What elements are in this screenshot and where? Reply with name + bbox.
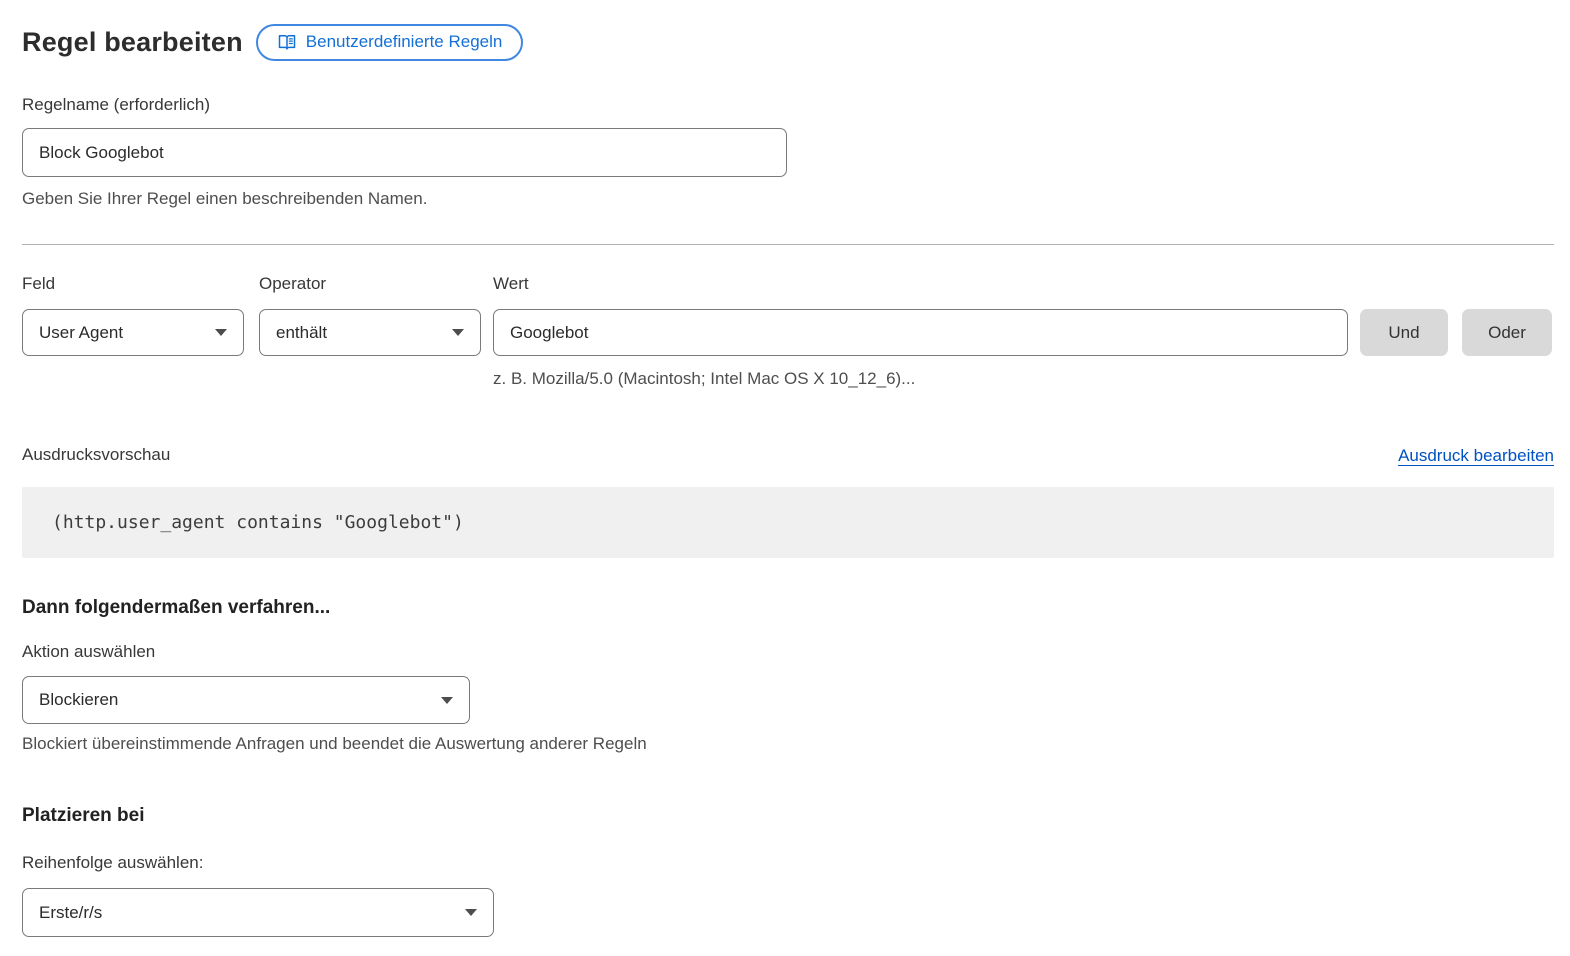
rule-name-input[interactable] bbox=[22, 128, 787, 177]
section-divider bbox=[22, 244, 1554, 245]
value-label: Wert bbox=[493, 273, 1348, 295]
field-select[interactable]: User Agent bbox=[22, 309, 244, 356]
placement-section-heading: Platzieren bei bbox=[22, 804, 1554, 828]
placement-label: Reihenfolge auswählen: bbox=[22, 852, 1554, 874]
action-help: Blockiert übereinstimmende Anfragen und … bbox=[22, 733, 1554, 754]
open-book-icon bbox=[277, 32, 297, 52]
operator-column: Operator enthält bbox=[259, 273, 481, 356]
page-header: Regel bearbeiten Benutzerdefinierte Rege… bbox=[22, 23, 1554, 61]
value-help: z. B. Mozilla/5.0 (Macintosh; Intel Mac … bbox=[493, 368, 1554, 389]
operator-select-value: enthält bbox=[276, 323, 327, 343]
rule-name-label: Regelname (erforderlich) bbox=[22, 94, 1554, 116]
and-button[interactable]: Und bbox=[1360, 309, 1448, 356]
chevron-down-icon bbox=[215, 329, 227, 336]
edit-expression-link[interactable]: Ausdruck bearbeiten bbox=[1398, 446, 1554, 466]
condition-row: Feld User Agent Operator enthält Wert Un… bbox=[22, 273, 1554, 356]
custom-rules-badge-button[interactable]: Benutzerdefinierte Regeln bbox=[256, 24, 524, 61]
edit-rule-page: Regel bearbeiten Benutzerdefinierte Rege… bbox=[0, 0, 1570, 937]
placement-select[interactable]: Erste/r/s bbox=[22, 888, 494, 937]
field-column: Feld User Agent bbox=[22, 273, 244, 356]
action-section-heading: Dann folgendermaßen verfahren... bbox=[22, 596, 1554, 620]
expression-preview-label: Ausdrucksvorschau bbox=[22, 444, 170, 466]
page-title: Regel bearbeiten bbox=[22, 23, 243, 61]
expression-header-row: Ausdrucksvorschau Ausdruck bearbeiten bbox=[22, 444, 1554, 466]
chevron-down-icon bbox=[452, 329, 464, 336]
expression-code: (http.user_agent contains "Googlebot") bbox=[52, 512, 464, 533]
field-select-value: User Agent bbox=[39, 323, 123, 343]
action-label: Aktion auswählen bbox=[22, 641, 1554, 663]
rule-name-help: Geben Sie Ihrer Regel einen beschreibend… bbox=[22, 188, 1554, 209]
chevron-down-icon bbox=[441, 697, 453, 704]
action-select[interactable]: Blockieren bbox=[22, 676, 470, 724]
operator-label: Operator bbox=[259, 273, 481, 295]
placement-select-value: Erste/r/s bbox=[39, 903, 102, 923]
expression-code-block: (http.user_agent contains "Googlebot") bbox=[22, 487, 1554, 558]
custom-rules-badge-label: Benutzerdefinierte Regeln bbox=[306, 32, 503, 52]
or-button[interactable]: Oder bbox=[1462, 309, 1552, 356]
operator-select[interactable]: enthält bbox=[259, 309, 481, 356]
chevron-down-icon bbox=[465, 909, 477, 916]
value-column: Wert bbox=[493, 273, 1348, 356]
value-input[interactable] bbox=[493, 309, 1348, 356]
action-select-value: Blockieren bbox=[39, 690, 118, 710]
field-label: Feld bbox=[22, 273, 244, 295]
